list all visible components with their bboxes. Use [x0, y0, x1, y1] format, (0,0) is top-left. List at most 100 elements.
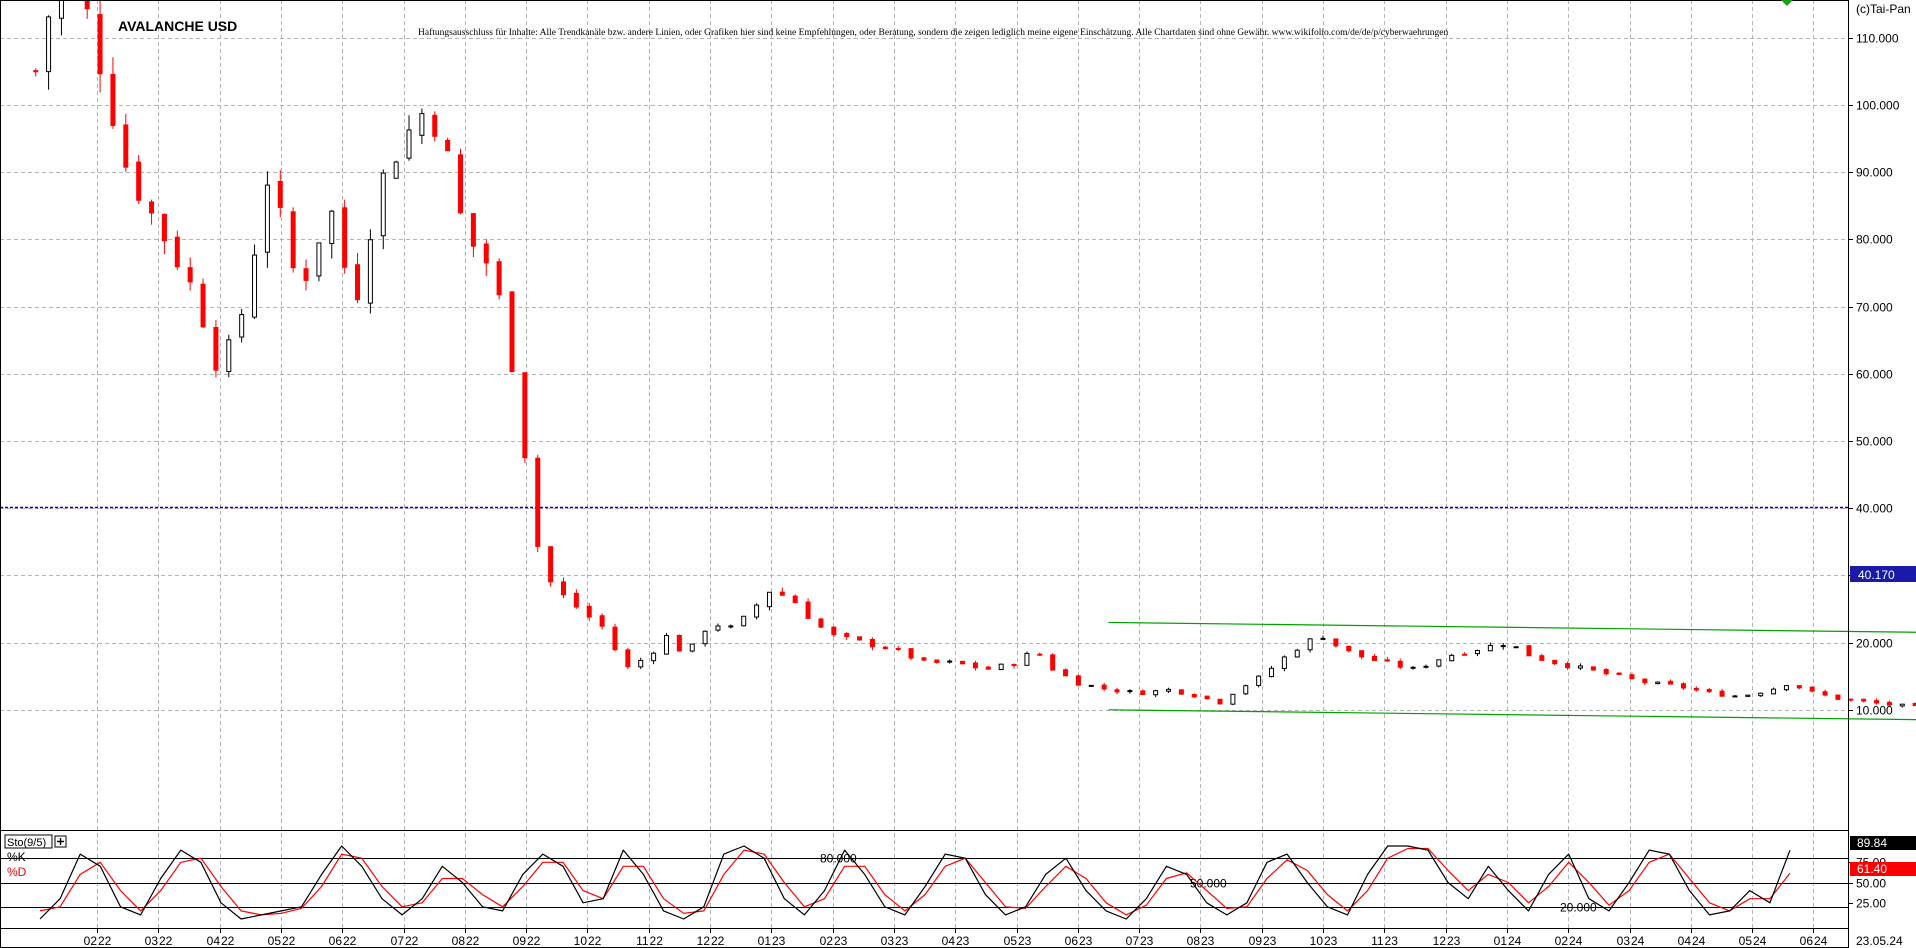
candle	[1371, 654, 1377, 661]
x-tick-label: 07 23	[1126, 934, 1154, 948]
candle-body	[1500, 645, 1506, 648]
x-tick-label: 10 23	[1310, 934, 1338, 948]
candle	[869, 637, 875, 651]
candle-body	[329, 210, 335, 245]
candle	[972, 660, 978, 671]
candle-body	[355, 264, 361, 301]
candle	[1075, 674, 1081, 686]
x-tick-label: 11 22	[636, 934, 663, 948]
candle-body	[174, 236, 180, 268]
candle	[1552, 659, 1558, 666]
candle	[1346, 645, 1352, 653]
candle	[1642, 678, 1648, 686]
candle	[1513, 646, 1519, 649]
candle	[1539, 653, 1545, 661]
candle-body	[998, 663, 1004, 670]
candle-body	[136, 161, 142, 201]
candle	[1449, 653, 1455, 662]
candle-body	[33, 70, 39, 73]
candle-body	[1191, 694, 1197, 698]
stoch-d-label: %D	[7, 865, 27, 879]
candle	[1861, 698, 1867, 703]
candle	[1166, 687, 1172, 693]
candle	[960, 660, 966, 665]
candle-body	[689, 643, 695, 652]
candle-body	[908, 648, 914, 659]
candle	[1307, 638, 1313, 653]
candle	[1384, 656, 1390, 662]
candle-body	[792, 595, 798, 604]
candle	[560, 577, 566, 599]
candle	[1333, 638, 1339, 648]
candle-body	[1474, 650, 1480, 655]
candle	[754, 603, 760, 620]
candle-body	[1166, 688, 1172, 692]
candle	[741, 615, 747, 627]
channel-line	[1108, 709, 1916, 721]
candle-body	[1603, 669, 1609, 675]
candle	[779, 587, 785, 596]
candle-body	[625, 649, 631, 668]
candle	[1359, 650, 1365, 660]
candle-body	[702, 630, 708, 645]
candle-body	[754, 604, 760, 618]
candle-body	[1822, 691, 1828, 696]
candle	[857, 636, 863, 641]
candle-body	[187, 267, 193, 283]
candle-body	[1307, 638, 1313, 651]
y-tick-label: 10.000	[1856, 704, 1893, 718]
candle-body	[1899, 703, 1905, 707]
candle	[908, 648, 914, 661]
candle	[1191, 693, 1197, 699]
x-tick-label: 01 23	[758, 934, 786, 948]
candle	[1706, 687, 1712, 694]
candle-body	[1346, 645, 1352, 652]
candle-body	[1565, 663, 1571, 669]
candle-body	[367, 239, 373, 304]
candle-body	[715, 625, 721, 631]
candle	[458, 148, 464, 215]
candle-body	[1668, 680, 1674, 685]
candle-body	[1140, 690, 1146, 696]
x-tick-label: 04 22	[207, 934, 235, 948]
candle	[1462, 652, 1468, 656]
candle	[200, 278, 206, 328]
candle	[213, 319, 219, 378]
y-tick-label: 20.000	[1856, 637, 1893, 651]
candle	[329, 209, 335, 259]
candle	[1397, 658, 1403, 670]
candle	[818, 617, 824, 629]
candle	[1771, 687, 1777, 695]
candle-body	[1513, 646, 1519, 649]
candle-body	[1101, 684, 1107, 690]
candle-body	[1410, 666, 1416, 669]
candle	[1153, 689, 1159, 698]
candle-body	[1835, 694, 1841, 700]
candle-body	[535, 457, 541, 547]
candle	[689, 643, 695, 653]
candle-body	[882, 646, 888, 650]
candle-body	[316, 242, 322, 277]
candle	[663, 632, 669, 655]
candle	[1256, 675, 1262, 688]
candle-body	[947, 660, 953, 663]
candle-body	[1783, 685, 1789, 691]
candle	[766, 591, 772, 611]
x-tick-label: 08 23	[1187, 934, 1215, 948]
x-tick-label: 12 23	[1433, 934, 1461, 948]
candle	[1603, 667, 1609, 676]
candle-body	[1050, 654, 1056, 671]
candle	[445, 137, 451, 152]
candle	[1024, 651, 1030, 666]
candle	[432, 111, 438, 142]
chart-canvas: 80.00050.00020.000 120.000110.000100.000…	[0, 0, 1916, 948]
candle	[161, 213, 167, 255]
candle	[1204, 695, 1210, 700]
candle-body	[1771, 688, 1777, 695]
candle-body	[1024, 652, 1030, 666]
candle-body	[586, 605, 592, 618]
grid	[0, 0, 1848, 928]
candle-body	[290, 211, 296, 269]
candle-body	[1114, 689, 1120, 693]
candle-body	[869, 638, 875, 648]
